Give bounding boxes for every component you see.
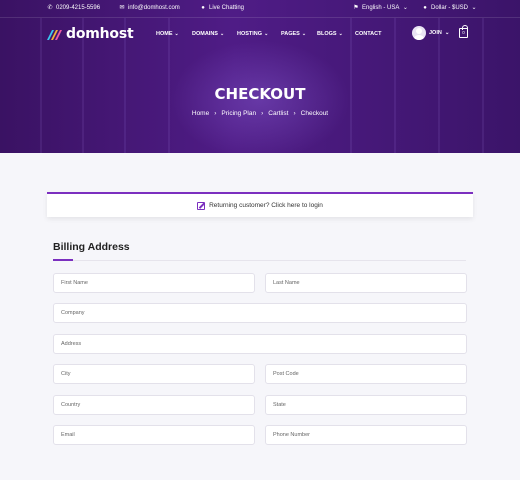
chevron-down-icon: ⌄	[301, 31, 307, 37]
chevron-down-icon: ⌄	[402, 5, 408, 11]
first-name-field[interactable]	[53, 273, 255, 293]
nav-item-pages[interactable]: PAGES ⌄	[281, 31, 306, 37]
breadcrumb-checkout: Checkout	[300, 110, 329, 117]
user-avatar-icon	[412, 26, 426, 40]
phone-icon: ✆	[47, 5, 53, 11]
join-button[interactable]: JOIN ⌄	[412, 26, 449, 40]
join-label: JOIN	[429, 30, 442, 36]
post-code-field[interactable]	[265, 364, 467, 384]
nav-item-contact[interactable]: CONTACT	[355, 31, 381, 37]
billing-heading-underline	[53, 259, 73, 261]
chevron-down-icon: ⌄	[471, 5, 477, 11]
hero-banner: ✆ 0209-4215-5596 ✉ info@domhost.com ● Li…	[0, 0, 520, 153]
breadcrumb-home[interactable]: Home	[192, 110, 209, 117]
nav-item-home[interactable]: HOME ⌄	[156, 31, 179, 37]
email-field[interactable]	[53, 425, 255, 445]
chevron-down-icon: ⌄	[338, 31, 343, 37]
logo-mark-icon	[46, 27, 62, 42]
coin-icon: ●	[423, 5, 427, 11]
currency-text: Dollar - $USD	[431, 5, 469, 11]
chevron-right-icon: ›	[293, 110, 296, 117]
city-field[interactable]	[53, 364, 255, 384]
chevron-right-icon: ›	[261, 110, 264, 117]
country-field[interactable]	[53, 395, 255, 415]
chevron-down-icon: ⌄	[264, 31, 269, 37]
brand-logo[interactable]: domhost	[46, 26, 134, 42]
phone-number-field[interactable]	[265, 425, 467, 445]
top-info-bar: ✆ 0209-4215-5596 ✉ info@domhost.com ● Li…	[0, 0, 520, 18]
cart-count: 0	[462, 30, 465, 35]
chevron-down-icon: ⌄	[219, 31, 225, 37]
cart-bag-icon[interactable]: 0	[459, 25, 468, 38]
login-prompt-text[interactable]: Returning customer? Click here to login	[209, 202, 323, 209]
last-name-field[interactable]	[265, 273, 467, 293]
language-text: English - USA	[362, 5, 400, 11]
language-selector[interactable]: ⚑ English - USA ⌄	[353, 5, 408, 11]
phone-text: 0209-4215-5596	[56, 5, 101, 11]
email-text: info@domhost.com	[128, 5, 180, 11]
nav-label: DOMAINS	[192, 31, 218, 37]
email-link[interactable]: ✉ info@domhost.com	[119, 5, 180, 11]
chevron-right-icon: ›	[214, 110, 217, 117]
brand-name: domhost	[66, 26, 134, 42]
chevron-down-icon: ⌄	[444, 30, 450, 36]
chat-bubble-icon: ●	[201, 5, 205, 11]
nav-label: HOME	[156, 31, 173, 37]
chevron-down-icon: ⌄	[174, 31, 179, 37]
returning-customer-login[interactable]: Returning customer? Click here to login	[47, 192, 473, 217]
nav-item-blogs[interactable]: BLOGS ⌄	[317, 31, 343, 37]
live-chat-link[interactable]: ● Live Chatting	[200, 5, 244, 11]
billing-divider	[53, 260, 466, 261]
state-field[interactable]	[265, 395, 467, 415]
main-navbar: domhost HOME ⌄ DOMAINS ⌄ HOSTING ⌄ PAGES…	[0, 18, 520, 50]
nav-item-hosting[interactable]: HOSTING ⌄	[237, 31, 268, 37]
chat-text: Live Chatting	[209, 5, 245, 11]
edit-icon	[197, 201, 206, 210]
company-field[interactable]	[53, 303, 467, 323]
breadcrumb-pricing-plan[interactable]: Pricing Plan	[221, 110, 256, 117]
breadcrumb: Home › Pricing Plan › Cartlist › Checkou…	[0, 110, 520, 117]
nav-label: BLOGS	[317, 31, 337, 37]
nav-label: PAGES	[281, 31, 300, 37]
billing-address-heading: Billing Address	[53, 241, 130, 253]
breadcrumb-cartlist[interactable]: Cartlist	[268, 110, 288, 117]
envelope-icon: ✉	[119, 5, 125, 11]
page-title: CHECKOUT	[214, 85, 306, 103]
nav-label: CONTACT	[355, 31, 382, 37]
flag-icon: ⚑	[353, 5, 359, 11]
nav-label: HOSTING	[237, 31, 263, 37]
phone-link[interactable]: ✆ 0209-4215-5596	[47, 5, 100, 11]
currency-selector[interactable]: ● Dollar - $USD ⌄	[422, 5, 477, 11]
nav-item-domains[interactable]: DOMAINS ⌄	[192, 31, 224, 37]
address-field[interactable]	[53, 334, 467, 354]
